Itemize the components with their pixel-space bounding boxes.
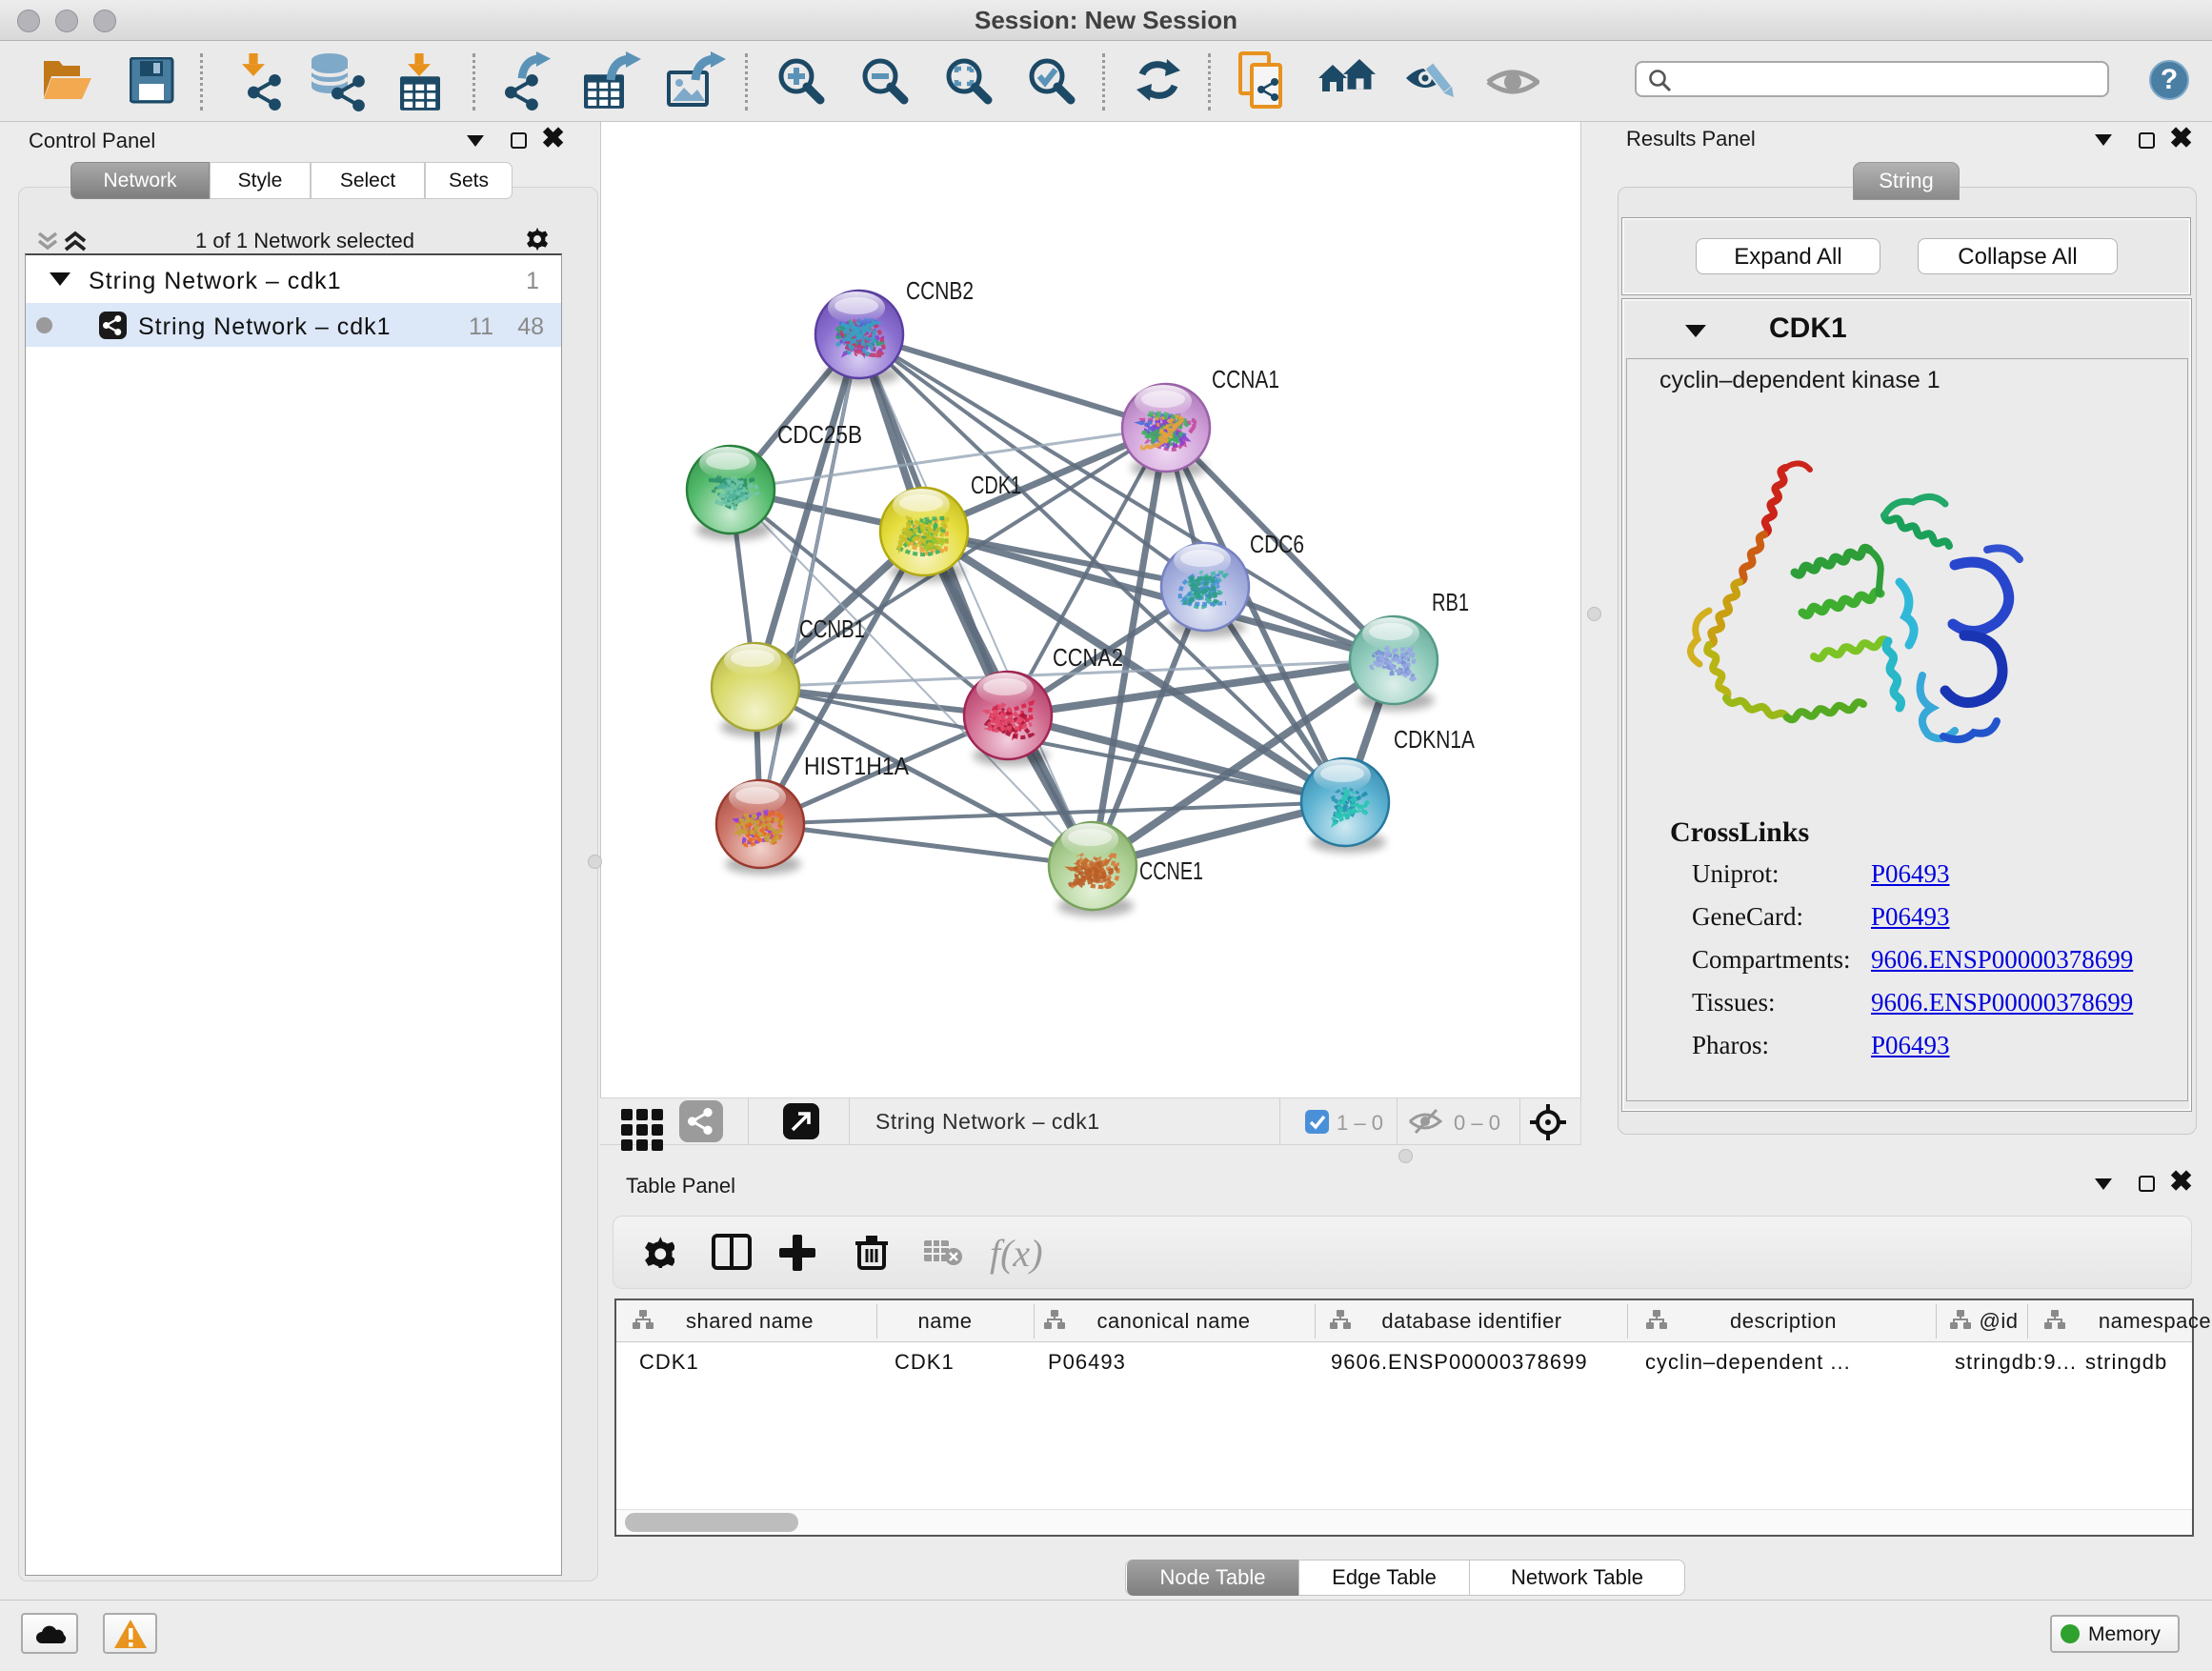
svg-text:CCNB1: CCNB1 xyxy=(799,614,865,643)
svg-text:CCNA1: CCNA1 xyxy=(1212,365,1279,393)
svg-text:CDKN1A: CDKN1A xyxy=(1394,725,1476,754)
svg-text:CCNE1: CCNE1 xyxy=(1139,856,1203,885)
svg-text:CDC25B: CDC25B xyxy=(777,420,862,449)
svg-text:CCNB2: CCNB2 xyxy=(906,276,974,305)
svg-text:HIST1H1A: HIST1H1A xyxy=(804,752,910,780)
svg-text:RB1: RB1 xyxy=(1432,588,1469,616)
svg-text:CDC6: CDC6 xyxy=(1250,530,1304,558)
svg-text:CDK1: CDK1 xyxy=(971,471,1021,499)
svg-text:CCNA2: CCNA2 xyxy=(1053,643,1123,672)
